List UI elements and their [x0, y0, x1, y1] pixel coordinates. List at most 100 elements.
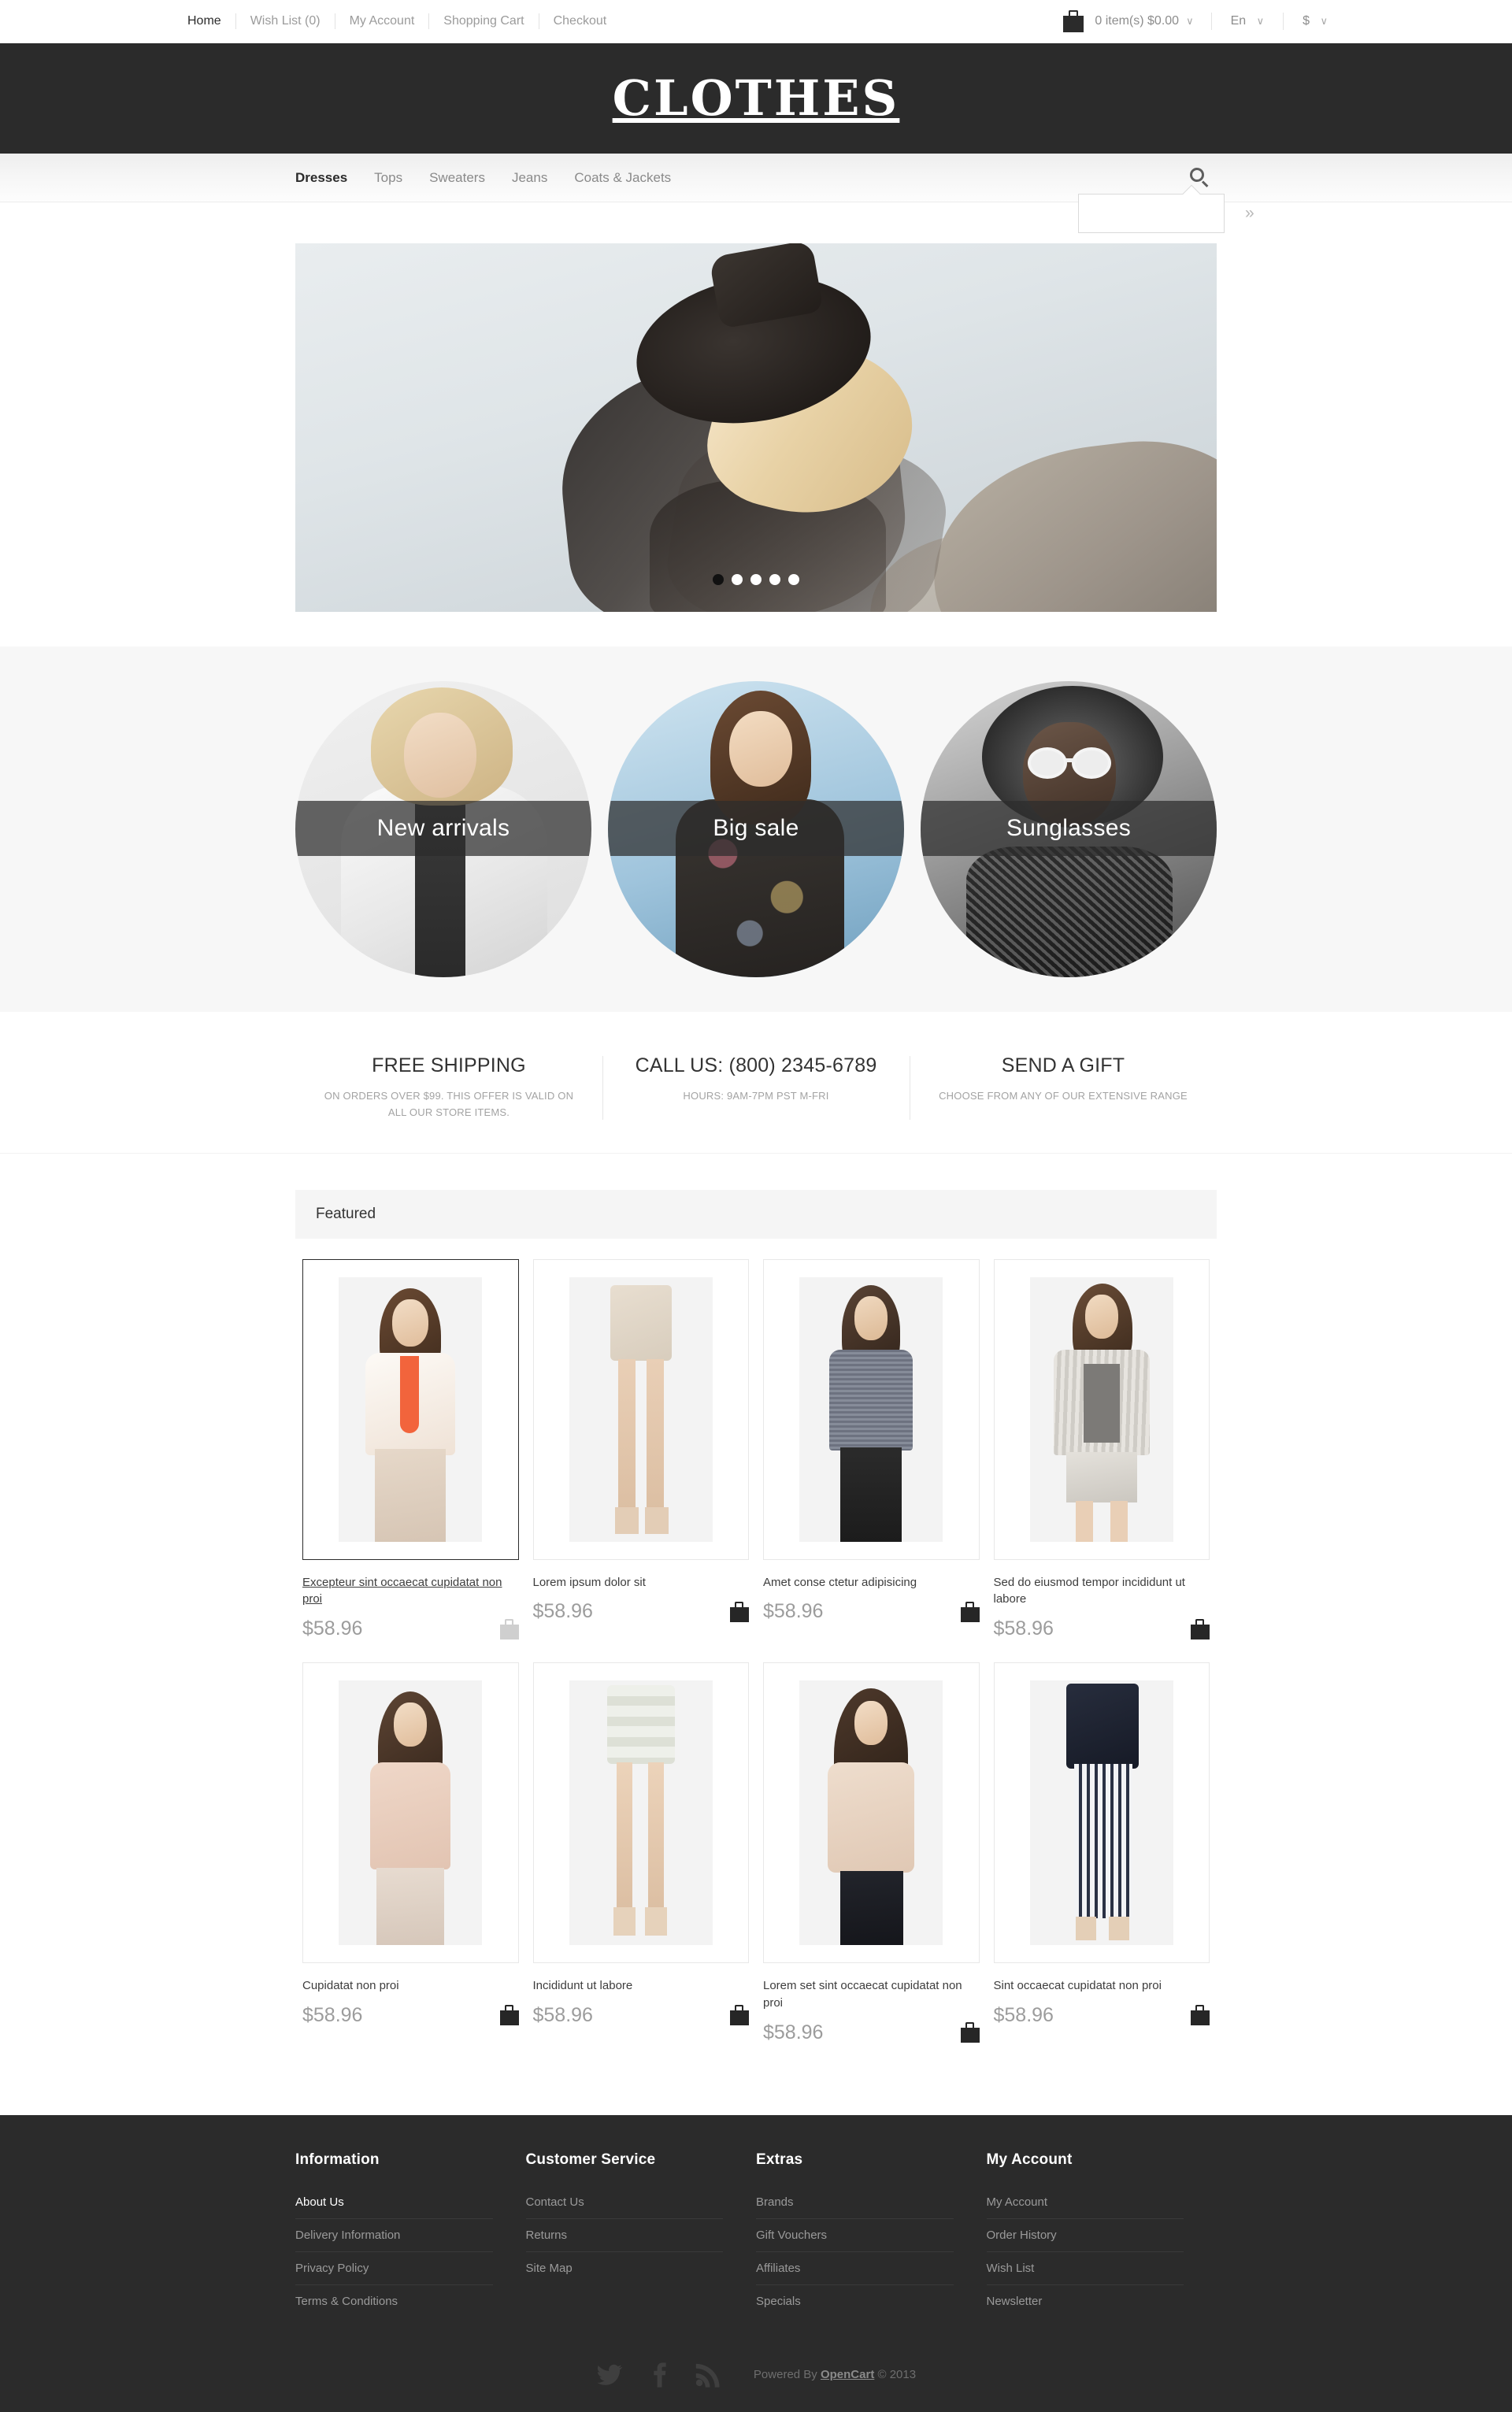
product-card[interactable]: Lorem set sint occaecat cupidatat non pr…: [756, 1662, 987, 2044]
category-banner-new-arrivals[interactable]: New arrivals: [295, 681, 591, 977]
product-card[interactable]: Amet conse ctetur adipisicing $58.96: [756, 1258, 987, 1641]
footer-link-delivery-information[interactable]: Delivery Information: [295, 2219, 493, 2251]
category-banner-label: New arrivals: [376, 815, 510, 841]
product-card[interactable]: Sed do eiusmod tempor incididunt ut labo…: [987, 1258, 1217, 1641]
search-input[interactable]: [1079, 194, 1245, 232]
add-to-cart-icon[interactable]: [960, 1601, 980, 1622]
product-image[interactable]: [302, 1258, 519, 1560]
footer-column-title: My Account: [986, 2151, 1073, 2168]
product-image[interactable]: [532, 1662, 749, 1964]
footer-link-my-account[interactable]: My Account: [987, 2186, 1184, 2218]
cart-button[interactable]: 0 item(s) $0.00 ∨: [1063, 10, 1210, 32]
list-item: Brands: [756, 2186, 954, 2219]
site-logo[interactable]: CLOTHES: [613, 74, 900, 123]
nav-item-sweaters[interactable]: Sweaters: [429, 170, 485, 186]
product-name[interactable]: Sint occaecat cupidatat non proi: [994, 1977, 1210, 1995]
product-name[interactable]: Incididunt ut labore: [533, 1977, 750, 1995]
product-image[interactable]: [763, 1258, 980, 1560]
product-image[interactable]: [993, 1662, 1210, 1964]
product-price: $58.96: [763, 2021, 824, 2043]
product-name[interactable]: Cupidatat non proi: [302, 1977, 519, 1995]
add-to-cart-icon[interactable]: [960, 2022, 980, 2043]
slider-dot-2[interactable]: [732, 574, 743, 585]
product-card[interactable]: Excepteur sint occaecat cupidatat non pr…: [295, 1258, 526, 1641]
product-image[interactable]: [532, 1258, 749, 1560]
twitter-icon[interactable]: [596, 2362, 623, 2388]
product-name[interactable]: Lorem set sint occaecat cupidatat non pr…: [763, 1977, 980, 2012]
add-to-cart-icon[interactable]: [499, 2005, 519, 2026]
top-link-my-account[interactable]: My Account: [335, 13, 429, 29]
list-item: Terms & Conditions: [295, 2285, 493, 2318]
footer-link-order-history[interactable]: Order History: [987, 2219, 1184, 2251]
chevron-down-icon: ∨: [1256, 15, 1265, 27]
top-link-home[interactable]: Home: [173, 13, 235, 29]
add-to-cart-icon[interactable]: [1191, 1618, 1210, 1639]
slider-dot-1[interactable]: [713, 574, 724, 585]
nav-item-tops[interactable]: Tops: [374, 170, 402, 186]
search-submit-button[interactable]: »: [1245, 195, 1254, 232]
product-image[interactable]: [302, 1662, 519, 1964]
footer-link-site-map[interactable]: Site Map: [526, 2252, 724, 2284]
facebook-icon[interactable]: [645, 2362, 672, 2388]
footer-column-information: Information About Us Delivery Informatio…: [295, 2151, 526, 2318]
add-to-cart-icon[interactable]: [499, 1618, 519, 1639]
footer-link-returns[interactable]: Returns: [526, 2219, 724, 2251]
list-item: Wish List: [986, 2252, 1184, 2285]
footer-link-brands[interactable]: Brands: [756, 2186, 954, 2218]
add-to-cart-icon[interactable]: [730, 1601, 749, 1622]
footer-link-affiliates[interactable]: Affiliates: [756, 2252, 954, 2284]
product-card[interactable]: Sint occaecat cupidatat non proi $58.96: [987, 1662, 1217, 2044]
hero-slider[interactable]: [295, 243, 1217, 612]
list-item: Privacy Policy: [295, 2252, 493, 2285]
add-to-cart-icon[interactable]: [730, 2005, 749, 2026]
slider-dot-4[interactable]: [769, 574, 780, 585]
footer-link-about-us[interactable]: About Us: [295, 2186, 493, 2218]
rss-icon[interactable]: [694, 2362, 721, 2388]
slider-pagination: [295, 574, 1217, 585]
list-item: My Account: [986, 2186, 1184, 2219]
product-price: $58.96: [993, 1617, 1054, 1640]
top-link-shopping-cart[interactable]: Shopping Cart: [429, 13, 538, 29]
category-banner-label: Sunglasses: [1006, 815, 1132, 841]
product-image[interactable]: [763, 1662, 980, 1964]
footer-link-gift-vouchers[interactable]: Gift Vouchers: [756, 2219, 954, 2251]
add-to-cart-icon[interactable]: [1191, 2005, 1210, 2026]
nav-item-dresses[interactable]: Dresses: [295, 170, 347, 186]
nav-item-coats-jackets[interactable]: Coats & Jackets: [574, 170, 671, 186]
footer-link-newsletter[interactable]: Newsletter: [987, 2285, 1184, 2318]
powered-prefix: Powered By: [753, 2368, 821, 2382]
footer-link-wish-list[interactable]: Wish List: [987, 2252, 1184, 2284]
featured-heading: Featured: [295, 1189, 1217, 1239]
search-icon[interactable]: [1190, 167, 1210, 188]
product-price: $58.96: [302, 1617, 363, 1640]
language-selector[interactable]: En ∨: [1212, 14, 1284, 28]
product-name[interactable]: Sed do eiusmod tempor incididunt ut labo…: [994, 1574, 1210, 1609]
top-link-wish-list[interactable]: Wish List (0): [236, 13, 335, 29]
product-image[interactable]: [993, 1258, 1210, 1560]
chevron-down-icon: ∨: [1320, 15, 1328, 27]
product-name[interactable]: Excepteur sint occaecat cupidatat non pr…: [302, 1574, 519, 1609]
currency-selector[interactable]: $ ∨: [1284, 14, 1347, 28]
product-name[interactable]: Amet conse ctetur adipisicing: [763, 1574, 980, 1591]
category-banner-sunglasses[interactable]: Sunglasses: [921, 681, 1217, 977]
list-item: Delivery Information: [295, 2219, 493, 2252]
footer-link-contact-us[interactable]: Contact Us: [526, 2186, 724, 2218]
nav-item-jeans[interactable]: Jeans: [512, 170, 547, 186]
top-nav-links: Home Wish List (0) My Account Shopping C…: [173, 13, 621, 29]
footer-link-specials[interactable]: Specials: [756, 2285, 954, 2318]
product-price: $58.96: [302, 2003, 363, 2026]
footer-column-title: Customer Service: [525, 2151, 656, 2168]
product-card[interactable]: Cupidatat non proi $58.96: [295, 1662, 526, 2044]
opencart-link[interactable]: OpenCart: [821, 2368, 874, 2381]
footer-link-privacy-policy[interactable]: Privacy Policy: [295, 2252, 493, 2284]
top-link-checkout[interactable]: Checkout: [539, 13, 621, 29]
footer-link-terms-conditions[interactable]: Terms & Conditions: [295, 2285, 493, 2318]
language-label: En: [1230, 14, 1247, 28]
product-card[interactable]: Lorem ipsum dolor sit $58.96: [526, 1258, 757, 1641]
service-title: CALL US: (800) 2345-6789: [635, 1054, 877, 1076]
slider-dot-5[interactable]: [788, 574, 799, 585]
category-banner-big-sale[interactable]: Big sale: [608, 681, 904, 977]
product-name[interactable]: Lorem ipsum dolor sit: [533, 1574, 750, 1591]
slider-dot-3[interactable]: [750, 574, 762, 585]
product-card[interactable]: Incididunt ut labore $58.96: [526, 1662, 757, 2044]
